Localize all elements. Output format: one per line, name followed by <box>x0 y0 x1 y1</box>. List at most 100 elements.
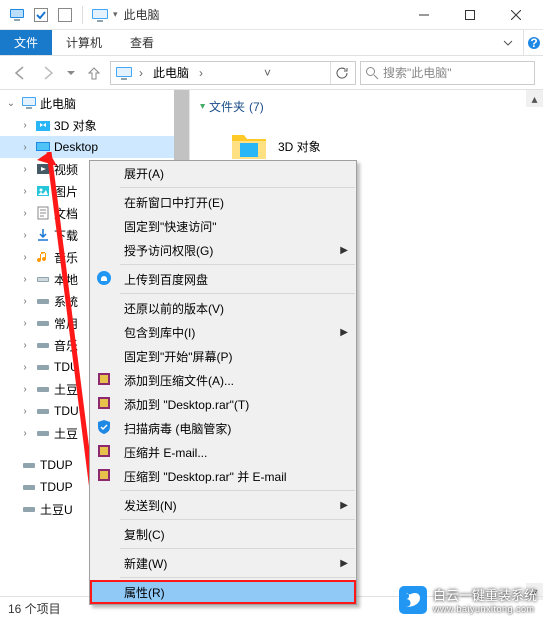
ribbon: 文件 计算机 查看 ? <box>0 30 543 56</box>
maximize-button[interactable] <box>447 0 493 30</box>
expand-icon[interactable]: › <box>18 230 32 241</box>
close-button[interactable] <box>493 0 539 30</box>
up-button[interactable] <box>82 61 106 85</box>
breadcrumb[interactable]: 此电脑 <box>149 64 193 81</box>
menu-rar-add-to[interactable]: 添加到 "Desktop.rar"(T) <box>90 392 356 416</box>
expand-icon[interactable]: › <box>18 274 32 285</box>
expand-icon[interactable]: › <box>18 340 32 351</box>
tree-label: TDU <box>54 404 79 418</box>
pictures-icon <box>34 182 52 200</box>
tree-item-selected[interactable]: ›Desktop <box>0 136 189 158</box>
refresh-button[interactable] <box>330 62 353 84</box>
window-controls <box>401 0 539 30</box>
expand-icon[interactable]: › <box>18 252 32 263</box>
content-scrollbar[interactable]: ▴ ▾ <box>526 90 543 600</box>
baidu-icon <box>96 270 114 288</box>
folder-label: 3D 对象 <box>278 138 321 155</box>
folder-3d-icon <box>230 129 268 163</box>
menu-include-library[interactable]: 包含到库中(I)▶ <box>90 320 356 344</box>
menu-separator <box>120 187 355 188</box>
expand-icon[interactable]: › <box>18 406 32 417</box>
drive-icon <box>34 336 52 354</box>
drive-icon <box>34 292 52 310</box>
drive-icon <box>34 270 52 288</box>
winrar-icon <box>96 467 114 485</box>
collapse-icon[interactable]: ⌄ <box>4 98 18 109</box>
folder-item[interactable]: 3D 对象 <box>230 129 533 163</box>
menu-rar-email-to[interactable]: 压缩到 "Desktop.rar" 并 E-mail <box>90 464 356 488</box>
checkbox-icon[interactable] <box>56 6 74 24</box>
menu-restore-versions[interactable]: 还原以前的版本(V) <box>90 296 356 320</box>
expand-icon[interactable]: › <box>18 186 32 197</box>
tree-root[interactable]: ⌄ 此电脑 <box>0 92 189 114</box>
tree-label: 视频 <box>54 161 78 178</box>
help-button[interactable]: ? <box>523 30 543 55</box>
pc-icon[interactable] <box>8 6 26 24</box>
expand-icon[interactable]: › <box>18 142 32 153</box>
menu-pin-start[interactable]: 固定到"开始"屏幕(P) <box>90 344 356 368</box>
drive-icon <box>34 402 52 420</box>
tree-label: 土豆U <box>40 501 73 518</box>
checkbox-checked-icon[interactable] <box>32 6 50 24</box>
expand-icon[interactable]: › <box>18 164 32 175</box>
watermark-title: 白云一键重装系统 <box>433 585 537 604</box>
menu-new[interactable]: 新建(W)▶ <box>90 551 356 575</box>
recent-dropdown-icon[interactable] <box>64 61 78 85</box>
expand-icon[interactable]: › <box>18 428 32 439</box>
expand-icon[interactable]: › <box>18 318 32 329</box>
window-title: 此电脑 <box>124 6 160 23</box>
submenu-arrow-icon: ▶ <box>340 558 356 569</box>
dropdown-icon[interactable]: ˅ <box>260 62 275 84</box>
minimize-button[interactable] <box>401 0 447 30</box>
expand-icon[interactable]: › <box>18 208 32 219</box>
menu-scan-virus[interactable]: 扫描病毒 (电脑管家) <box>90 416 356 440</box>
back-button[interactable] <box>8 61 32 85</box>
tab-view[interactable]: 查看 <box>116 30 168 55</box>
tree-label: 此电脑 <box>40 95 76 112</box>
drive-icon <box>20 456 38 474</box>
forward-button[interactable] <box>36 61 60 85</box>
drive-icon <box>34 380 52 398</box>
expand-icon[interactable]: › <box>18 296 32 307</box>
tree-label: 图片 <box>54 183 78 200</box>
menu-pin-quick-access[interactable]: 固定到"快速访问" <box>90 214 356 238</box>
menu-send-to[interactable]: 发送到(N)▶ <box>90 493 356 517</box>
tree-label: 本地 <box>54 271 78 288</box>
menu-properties[interactable]: 属性(R) <box>90 580 356 604</box>
tree-label: 常用 <box>54 315 78 332</box>
menu-rar-add[interactable]: 添加到压缩文件(A)... <box>90 368 356 392</box>
watermark: 白云一键重装系统 www.baiyunxitong.com <box>399 585 537 614</box>
tab-file[interactable]: 文件 <box>0 30 52 55</box>
group-count: (7) <box>249 100 264 114</box>
group-header[interactable]: ▸ 文件夹 (7) <box>200 98 533 115</box>
video-icon <box>34 160 52 178</box>
title-bar: ▾ 此电脑 <box>0 0 543 30</box>
menu-expand[interactable]: 展开(A) <box>90 161 356 185</box>
tab-computer[interactable]: 计算机 <box>52 30 116 55</box>
search-input[interactable]: 搜索"此电脑" <box>360 61 535 85</box>
tree-label: 音乐 <box>54 249 78 266</box>
ribbon-expand-icon[interactable] <box>493 30 523 55</box>
watermark-url: www.baiyunxitong.com <box>433 604 537 614</box>
music-icon <box>34 248 52 266</box>
expand-icon[interactable]: › <box>18 362 32 373</box>
chevron-right-icon[interactable]: › <box>137 66 145 80</box>
expand-icon[interactable]: › <box>18 384 32 395</box>
scroll-up-icon[interactable]: ▴ <box>526 90 543 107</box>
tree-label: 土豆 <box>54 381 78 398</box>
menu-baidu-upload[interactable]: 上传到百度网盘 <box>90 267 356 291</box>
menu-copy[interactable]: 复制(C) <box>90 522 356 546</box>
pc-icon <box>20 94 38 112</box>
menu-open-new-window[interactable]: 在新窗口中打开(E) <box>90 190 356 214</box>
chevron-down-icon[interactable]: ▸ <box>197 104 208 109</box>
chevron-right-icon[interactable]: › <box>197 66 205 80</box>
qat-dropdown-icon[interactable]: ▾ <box>113 9 118 20</box>
expand-icon[interactable]: › <box>18 120 32 131</box>
search-placeholder: 搜索"此电脑" <box>383 64 452 81</box>
address-bar[interactable]: › 此电脑 › ˅ <box>110 61 356 85</box>
desktop-icon <box>34 138 52 156</box>
tree-item[interactable]: ›3D 对象 <box>0 114 189 136</box>
menu-rar-email[interactable]: 压缩并 E-mail... <box>90 440 356 464</box>
menu-grant-access[interactable]: 授予访问权限(G)▶ <box>90 238 356 262</box>
tree-label: TDUP <box>40 458 73 472</box>
